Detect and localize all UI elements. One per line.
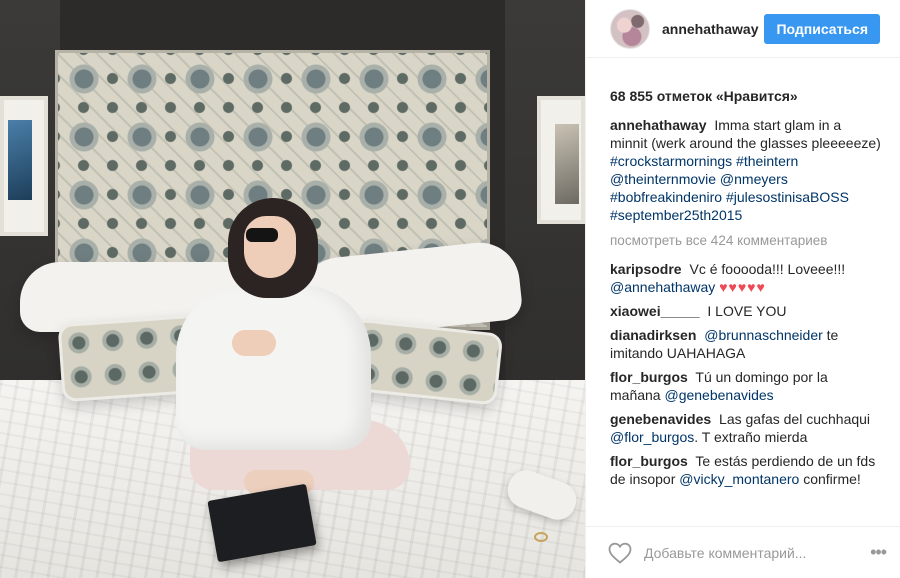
- hearts-emoji: ♥♥♥♥♥: [719, 279, 766, 295]
- comment: genebenavides Las gafas del cuchhaqui @f…: [610, 410, 882, 446]
- ring: [534, 532, 548, 542]
- comment-username[interactable]: genebenavides: [610, 411, 711, 427]
- comment: karipsodre Vc é fooooda!!! Loveee!!! @an…: [610, 260, 882, 296]
- comment-text: I LOVE YOU: [707, 303, 787, 319]
- view-all-comments-link[interactable]: посмотреть все 424 комментариев: [610, 232, 882, 250]
- picture-frame-right: [537, 96, 585, 224]
- post-sidebar: annehathaway Подписаться 68 855 отметок …: [585, 0, 900, 578]
- caption-username[interactable]: annehathaway: [610, 117, 706, 133]
- ellipsis-icon[interactable]: •••: [864, 542, 892, 563]
- comment-username[interactable]: flor_burgos: [610, 369, 688, 385]
- comment-mention[interactable]: @genebenavides: [664, 387, 773, 403]
- post-photo[interactable]: [0, 0, 585, 578]
- comment-mention[interactable]: @vicky_montanero: [679, 471, 799, 487]
- person-hand: [232, 330, 276, 356]
- caption-tags[interactable]: #crockstarmornings #theintern @theintern…: [610, 153, 849, 223]
- add-comment-input[interactable]: [644, 544, 865, 561]
- comment: dianadirksen @brunnaschneider te imitand…: [610, 326, 882, 362]
- comment-username[interactable]: karipsodre: [610, 261, 682, 277]
- follow-button[interactable]: Подписаться: [764, 13, 880, 44]
- header-username[interactable]: annehathaway: [662, 21, 764, 37]
- likes-count[interactable]: 68 855 отметок «Нравится»: [586, 58, 900, 116]
- comment-text: Vc é fooooda!!! Loveee!!!: [689, 261, 846, 277]
- comment-username[interactable]: flor_burgos: [610, 453, 688, 469]
- comments-list: annehathaway Imma start glam in a minnit…: [586, 116, 900, 526]
- comment-mention[interactable]: @brunnaschneider: [704, 327, 823, 343]
- caption: annehathaway Imma start glam in a minnit…: [610, 116, 882, 224]
- heart-outline-icon[interactable]: [608, 542, 632, 564]
- comment-text-after: . T extraño mierda: [694, 429, 808, 445]
- picture-frame-left: [0, 96, 48, 236]
- comment-text-after: confirme!: [803, 471, 861, 487]
- comment-username[interactable]: dianadirksen: [610, 327, 696, 343]
- instagram-post: annehathaway Подписаться 68 855 отметок …: [0, 0, 900, 578]
- person-face: [244, 216, 296, 278]
- post-header: annehathaway Подписаться: [586, 0, 900, 58]
- avatar[interactable]: [610, 8, 650, 49]
- comment: xiaowei_____ I LOVE YOU: [610, 302, 882, 320]
- comment-mention[interactable]: @annehathaway: [610, 279, 715, 295]
- comment-text: Las gafas del cuchhaqui: [719, 411, 871, 427]
- comment-footer: •••: [586, 526, 900, 578]
- comment-mention[interactable]: @flor_burgos: [610, 429, 694, 445]
- comment: flor_burgos Tú un domingo por la mañana …: [610, 368, 882, 404]
- comment: flor_burgos Te estás perdiendo de un fds…: [610, 452, 882, 488]
- comment-username[interactable]: xiaowei_____: [610, 303, 700, 319]
- sunglasses: [246, 228, 278, 242]
- person-robe: [176, 285, 371, 450]
